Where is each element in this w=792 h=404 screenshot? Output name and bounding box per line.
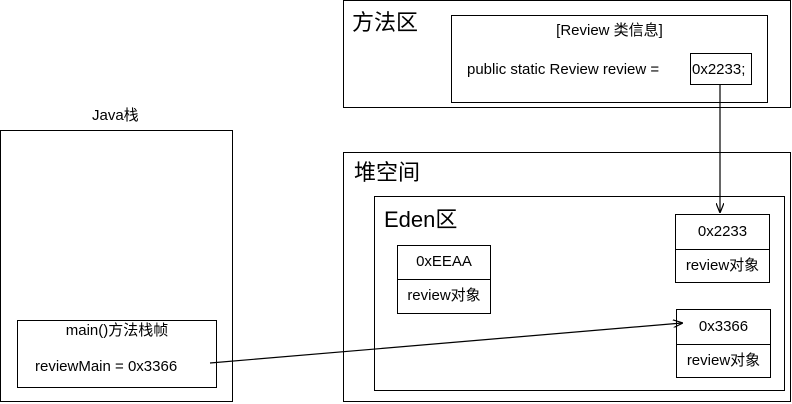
stack-frame-header: main()方法栈帧: [65, 322, 169, 339]
object-address: 0x3366: [698, 318, 749, 335]
review-class-info-box: [Review 类信息] public static Review review…: [451, 15, 768, 103]
object-label: review对象: [407, 287, 481, 304]
java-stack-title: Java栈: [92, 107, 139, 124]
main-stack-frame: main()方法栈帧 reviewMain = 0x3366: [17, 320, 217, 388]
object-divider: [676, 249, 769, 250]
static-field-declaration: public static Review review =: [467, 61, 660, 78]
review-main-variable: reviewMain = 0x3366: [35, 358, 178, 375]
static-field-value-box: 0x2233;: [690, 53, 752, 85]
object-label: review对象: [685, 257, 760, 274]
object-divider: [398, 279, 490, 280]
object-label: review对象: [686, 352, 761, 369]
object-box-0xEEAA: 0xEEAA review对象: [397, 245, 491, 314]
object-divider: [677, 344, 770, 345]
object-address: 0x2233: [697, 223, 748, 240]
java-stack-box: main()方法栈帧 reviewMain = 0x3366: [0, 130, 233, 402]
method-area-box: 方法区 [Review 类信息] public static Review re…: [343, 0, 791, 108]
eden-title: Eden区: [384, 207, 458, 232]
class-info-header: [Review 类信息]: [556, 22, 663, 39]
object-box-0x3366: 0x3366 review对象: [676, 309, 771, 378]
heap-title: 堆空间: [354, 160, 421, 185]
static-field-value: 0x2233;: [692, 61, 746, 78]
method-area-title: 方法区: [352, 10, 419, 35]
object-box-0x2233: 0x2233 review对象: [675, 214, 770, 283]
eden-box: Eden区 0xEEAA review对象 0x2233 review对象 0x…: [374, 196, 785, 391]
object-address: 0xEEAA: [416, 253, 472, 270]
heap-box: 堆空间 Eden区 0xEEAA review对象 0x2233 review对…: [343, 152, 791, 402]
